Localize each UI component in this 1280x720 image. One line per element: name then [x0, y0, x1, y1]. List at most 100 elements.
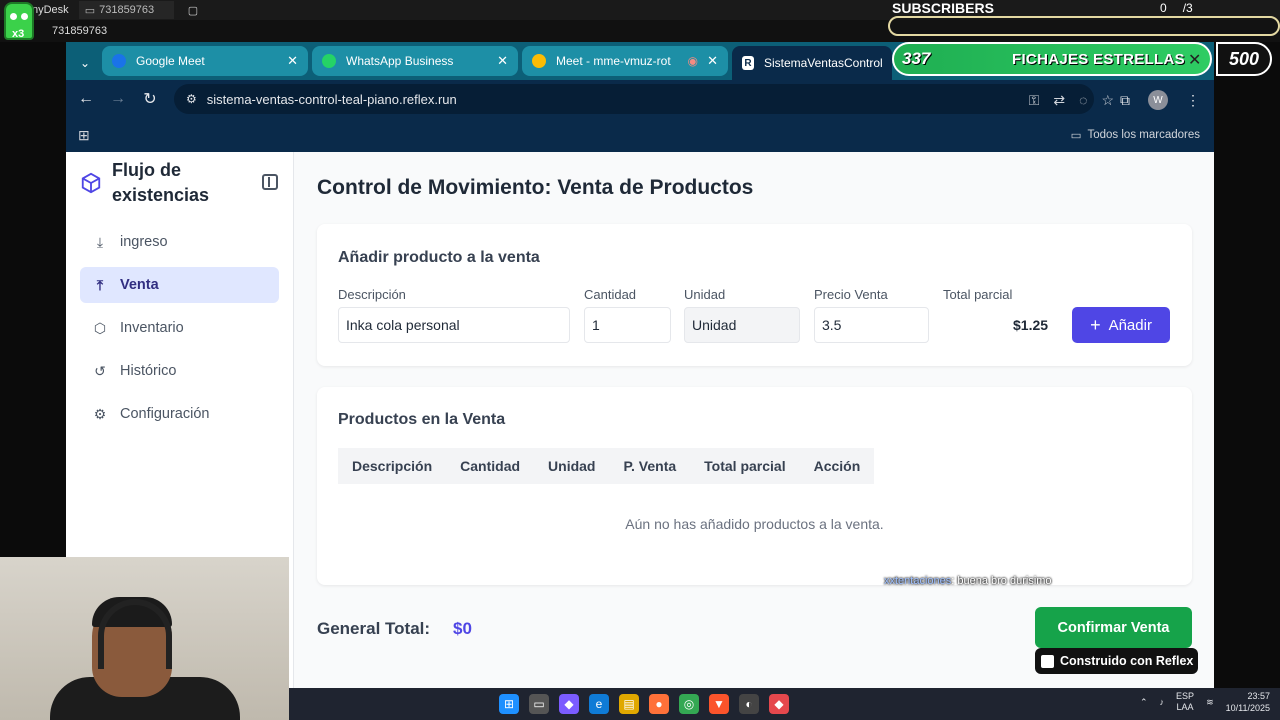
tab-search-chevron-icon[interactable]: ⌄: [70, 46, 100, 80]
firefox-icon[interactable]: ●: [649, 694, 669, 714]
reflex-logo-icon: [1041, 654, 1054, 668]
confirm-sale-button[interactable]: Confirmar Venta: [1035, 607, 1192, 648]
column-header: Unidad: [548, 458, 596, 474]
app-icon[interactable]: ◐: [739, 694, 759, 714]
meet-favicon-icon: [532, 54, 546, 68]
sidebar-header: Flujo de existencias: [66, 152, 293, 212]
fichajes-overlay: 337 FICHAJES ESTRELLAS ✕ 500: [892, 42, 1272, 76]
back-icon[interactable]: ←: [70, 90, 102, 108]
wifi-icon[interactable]: ≋: [1206, 697, 1214, 708]
column-header: P. Venta: [623, 458, 677, 474]
whatsapp-favicon-icon: [322, 54, 336, 68]
sidebar-item-ingreso[interactable]: ⤓ ingreso: [80, 224, 279, 260]
add-product-button[interactable]: + Añadir: [1072, 307, 1170, 343]
sidebar-item-label: Configuración: [120, 406, 210, 422]
sidebar-item-label: ingreso: [120, 234, 168, 250]
fichajes-goal: 500: [1216, 42, 1272, 76]
precio-label: Precio Venta: [814, 287, 888, 302]
address-bar[interactable]: ⚙ sistema-ventas-control-teal-piano.refl…: [174, 84, 1094, 114]
brave-icon[interactable]: ▼: [709, 694, 729, 714]
profile-avatar[interactable]: W: [1148, 90, 1168, 110]
subscribers-progress-bar: [888, 16, 1280, 36]
tab-google-meet[interactable]: Google Meet ✕: [102, 46, 308, 76]
main-content: Control de Movimiento: Venta de Producto…: [294, 152, 1214, 688]
tab-sistema-ventas[interactable]: R SistemaVentasControl | In: [732, 46, 892, 80]
anydesk-session-tab[interactable]: ▭ 731859763: [78, 1, 174, 19]
tab-meet-call[interactable]: Meet - mme-vmuz-rot ◉ ✕: [522, 46, 728, 76]
products-title: Productos en la Venta: [338, 411, 506, 428]
recording-icon: ◉: [687, 54, 698, 68]
subscribers-counts: 0 /3: [1160, 0, 1193, 16]
column-header: Descripción: [352, 458, 433, 474]
descripcion-label: Descripción: [338, 287, 406, 302]
apps-grid-icon[interactable]: ⊞: [78, 127, 90, 144]
sidebar-item-configuracion[interactable]: ⚙ Configuración: [80, 396, 279, 432]
gear-icon: ⚙: [93, 405, 107, 422]
clock-date: 10/11/2025: [1225, 703, 1270, 713]
page-title: Control de Movimiento: Venta de Producto…: [317, 176, 754, 199]
sidebar-item-label: Venta: [120, 277, 159, 293]
unidad-label: Unidad: [684, 287, 726, 302]
chat-overlay: xxtentaciones: buena bro durisimo: [884, 575, 1052, 587]
products-card: Productos en la Venta Descripción Cantid…: [317, 387, 1192, 585]
system-tray: ⌃ ♪ ESP LAA ≋ 23:57 10/11/2025: [1140, 690, 1270, 714]
file-explorer-icon[interactable]: ▤: [619, 694, 639, 714]
tab-title: WhatsApp Business: [346, 54, 454, 68]
translate-icon[interactable]: ⇄: [1053, 92, 1065, 109]
toolbar-right: ⧉ W ⋮: [1120, 90, 1200, 110]
language-indicator[interactable]: ESP LAA: [1176, 691, 1194, 713]
all-bookmarks[interactable]: ▭ Todos los marcadores: [1071, 128, 1200, 142]
task-view-icon[interactable]: ▭: [529, 694, 549, 714]
close-icon[interactable]: ✕: [287, 53, 298, 69]
edge-icon[interactable]: e: [589, 694, 609, 714]
menu-icon[interactable]: ⋮: [1186, 92, 1200, 109]
extensions-icon[interactable]: ⧉: [1120, 92, 1130, 109]
subs-count-a: 0: [1160, 1, 1167, 15]
tab-title: SistemaVentasControl | In: [763, 56, 882, 70]
column-header: Cantidad: [460, 458, 521, 474]
cube-logo-icon: [80, 172, 104, 196]
cantidad-input[interactable]: 1: [584, 307, 671, 343]
anydesk-session-id: 731859763: [52, 25, 108, 37]
taskbar-apps: ⊞ ▭ ◆ e ▤ ● ◎ ▼ ◐ ◆: [499, 694, 789, 714]
column-header: Total parcial: [704, 458, 786, 474]
chat-icon[interactable]: ▢: [188, 4, 198, 17]
copilot-icon[interactable]: ◆: [559, 694, 579, 714]
cantidad-label: Cantidad: [584, 287, 637, 302]
clock[interactable]: 23:57 10/11/2025: [1226, 690, 1270, 714]
google-meet-favicon-icon: [112, 54, 126, 68]
unidad-field: Unidad: [684, 307, 800, 343]
bookmarks-bar: ⊞ ▭ Todos los marcadores: [66, 118, 1214, 152]
reflex-badge-label: Construido con Reflex: [1060, 654, 1194, 668]
microphone-icon[interactable]: ♪: [1160, 697, 1165, 707]
sidebar-collapse-icon[interactable]: [262, 174, 278, 190]
tab-whatsapp-business[interactable]: WhatsApp Business ✕: [312, 46, 518, 76]
chrome-icon[interactable]: ◎: [679, 694, 699, 714]
windows-start-icon[interactable]: ⊞: [499, 694, 519, 714]
total-parcial-value: $1.25: [1013, 317, 1049, 333]
site-info-icon[interactable]: ⚙: [186, 92, 197, 106]
key-icon[interactable]: ⚿: [1029, 92, 1040, 109]
descripcion-input[interactable]: Inka cola personal: [338, 307, 570, 343]
sidebar-item-inventario[interactable]: ⬡ Inventario: [80, 310, 279, 346]
app-title: Flujo de existencias: [112, 160, 210, 205]
forward-icon[interactable]: →: [102, 90, 134, 108]
reload-icon[interactable]: ↻: [134, 89, 166, 109]
anydesk-icon[interactable]: ◆: [769, 694, 789, 714]
reflex-badge[interactable]: Construido con Reflex: [1035, 648, 1198, 674]
precio-input[interactable]: 3.5: [814, 307, 929, 343]
close-icon[interactable]: ✕: [497, 53, 508, 69]
eye-off-icon[interactable]: ◌: [1079, 92, 1087, 109]
add-product-title: Añadir producto a la venta: [338, 249, 540, 266]
add-product-card: Añadir producto a la venta Descripción I…: [317, 224, 1192, 366]
chevron-up-icon[interactable]: ⌃: [1140, 697, 1148, 708]
fichajes-title: FICHAJES ESTRELLAS: [1012, 51, 1185, 68]
boxes-icon: ⬡: [93, 319, 107, 336]
grand-total-value: $0: [453, 619, 472, 638]
sidebar-item-historico[interactable]: ↺ Histórico: [80, 353, 279, 389]
sidebar-item-venta[interactable]: ⤒ Venta: [80, 267, 279, 303]
windows-taskbar: ⊞ ▭ ◆ e ▤ ● ◎ ▼ ◐ ◆ ⌃ ♪ ESP LAA ≋ 23:57 …: [289, 688, 1280, 720]
sidebar-menu: ⤓ ingreso ⤒ Venta ⬡ Inventario ↺ Históri…: [66, 224, 293, 432]
star-icon[interactable]: ☆: [1101, 92, 1114, 109]
close-icon[interactable]: ✕: [707, 53, 718, 69]
